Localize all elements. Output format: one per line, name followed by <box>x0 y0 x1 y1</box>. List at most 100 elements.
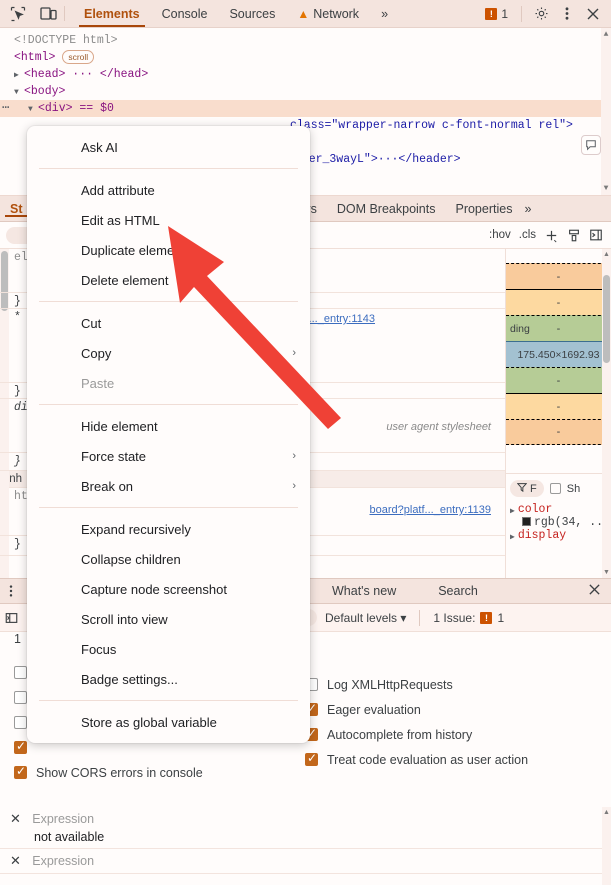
node-menu-icon[interactable]: ⋯ <box>2 100 10 117</box>
color-swatch[interactable] <box>522 517 531 526</box>
clear-console-icon[interactable] <box>0 611 22 625</box>
expressions-scrollbar[interactable]: ▲ <box>602 807 611 885</box>
checkbox-treat-code-as-user-action[interactable] <box>305 751 318 766</box>
ask-ai-icon[interactable] <box>581 135 601 155</box>
tab-console[interactable]: Console <box>151 0 219 27</box>
live-expression-row-2[interactable]: ✕ Expression <box>0 849 611 874</box>
inspect-element-icon[interactable] <box>8 4 28 24</box>
console-issues-button[interactable]: 1 Issue: ! 1 <box>433 611 504 625</box>
context-menu-item-break-on[interactable]: Break on › <box>27 471 310 501</box>
collapse-triangle-icon-2[interactable]: ▼ <box>28 101 38 118</box>
drawer-tab-whats-new[interactable]: What's new <box>322 584 406 598</box>
issues-counter[interactable]: ! 1 <box>479 7 514 21</box>
drawer-more-icon[interactable] <box>0 584 22 598</box>
context-menu-item-edit-as-html[interactable]: Edit as HTML <box>27 205 310 235</box>
sidebar-tab-dom-breakpoints[interactable]: DOM Breakpoints <box>327 202 446 216</box>
context-menu-item-force-state[interactable]: Force state › <box>27 441 310 471</box>
box-model-margin-top[interactable]: - <box>506 263 611 289</box>
context-menu-item-duplicate-element[interactable]: Duplicate element <box>27 235 310 265</box>
expand-triangle-icon-display[interactable]: ▶ <box>510 532 515 542</box>
add-style-rule-icon[interactable] <box>544 228 559 243</box>
expand-triangle-icon-color[interactable]: ▶ <box>510 506 515 516</box>
tab-console-label: Console <box>161 6 208 21</box>
dom-line-doctype[interactable]: <!DOCTYPE html> <box>0 32 611 49</box>
computed-property-color[interactable]: ▶ color <box>510 503 611 516</box>
checkbox-preserve-log[interactable] <box>14 691 27 704</box>
print-styles-icon[interactable] <box>567 228 581 243</box>
box-model-content[interactable]: 175.450×1692.93 <box>506 341 611 367</box>
computed-filter-toolbar: F Sh <box>506 473 611 503</box>
context-menu-item-badge-settings[interactable]: Badge settings... <box>27 664 310 694</box>
hov-toggle[interactable]: :hov <box>489 229 511 241</box>
context-menu-item-hide-element[interactable]: Hide element <box>27 411 310 441</box>
context-menu-item-add-attribute[interactable]: Add attribute <box>27 175 310 205</box>
scroll-up-icon[interactable]: ▲ <box>601 30 611 39</box>
context-menu-item-ask-ai[interactable]: Ask AI <box>27 132 310 162</box>
box-model-padding-bottom[interactable]: - <box>506 367 611 393</box>
more-tabs-button[interactable]: » <box>370 0 399 27</box>
context-menu-item-expand-recursively[interactable]: Expand recursively <box>27 514 310 544</box>
computed-properties-list[interactable]: ▶ color rgb(34, ... ▶ display <box>506 503 611 542</box>
remove-expression-icon[interactable]: ✕ <box>10 811 21 826</box>
expand-triangle-icon[interactable]: ▶ <box>14 67 24 84</box>
box-model-padding-top[interactable]: ding - <box>506 315 611 341</box>
computed-styles-pane[interactable]: - - ding - 175.450×1692.93 - - - F Sh ▶ … <box>505 249 611 578</box>
dom-line-html[interactable]: <html> scroll <box>0 49 611 66</box>
computed-scroll-up-icon[interactable]: ▲ <box>602 251 611 258</box>
dom-node-context-menu[interactable]: Ask AI Add attribute Edit as HTML Duplic… <box>27 126 310 743</box>
close-icon[interactable] <box>581 2 605 26</box>
tab-network[interactable]: ▲ Network <box>286 0 370 27</box>
collapse-triangle-icon[interactable]: ▼ <box>14 84 24 101</box>
context-menu-item-store-as-global-variable[interactable]: Store as global variable <box>27 707 310 737</box>
sidebar-tab-properties[interactable]: Properties <box>445 202 522 216</box>
console-setting-eager-eval[interactable]: Eager evaluation <box>305 697 528 722</box>
scroll-badge[interactable]: scroll <box>62 49 95 64</box>
context-menu-item-focus[interactable]: Focus <box>27 634 310 664</box>
close-drawer-icon[interactable] <box>588 583 611 599</box>
context-menu-item-collapse-children[interactable]: Collapse children <box>27 544 310 574</box>
console-setting-row-5[interactable]: Show CORS errors in console <box>0 760 300 785</box>
box-model-margin-bottom[interactable]: - <box>506 419 611 445</box>
live-expressions-pane[interactable]: ✕ Expression not available ✕ Expression … <box>0 807 611 885</box>
remove-expression-icon-2[interactable]: ✕ <box>10 853 21 868</box>
box-model-border-bottom[interactable]: - <box>506 393 611 419</box>
more-options-icon[interactable] <box>555 2 579 26</box>
cls-toggle[interactable]: .cls <box>519 229 536 241</box>
checkbox-show-cors-errors[interactable] <box>14 764 27 779</box>
dom-line-head[interactable]: ▶ <head> ··· </head> <box>0 66 611 83</box>
drawer-tab-search[interactable]: Search <box>428 584 488 598</box>
computed-scroll-down-icon[interactable]: ▼ <box>602 569 611 576</box>
style-source-link-2[interactable]: board?platf..._entry:1139 <box>370 504 492 516</box>
context-menu-item-cut[interactable]: Cut <box>27 308 310 338</box>
box-model-border-top[interactable]: - <box>506 289 611 315</box>
context-menu-item-scroll-into-view[interactable]: Scroll into view <box>27 604 310 634</box>
live-expression-row-1[interactable]: ✕ Expression not available <box>0 807 611 849</box>
tab-sources[interactable]: Sources <box>218 0 286 27</box>
tab-elements[interactable]: Elements <box>73 0 151 27</box>
computed-filter-input[interactable]: F <box>510 480 544 497</box>
box-model-diagram[interactable]: - - ding - 175.450×1692.93 - - - <box>506 263 611 445</box>
show-all-checkbox[interactable] <box>549 483 561 494</box>
expr-scroll-up-icon[interactable]: ▲ <box>602 809 611 816</box>
dom-line-body[interactable]: ▼ <body> <box>0 83 611 100</box>
computed-scrollbar[interactable]: ▲ ▼ <box>602 249 611 578</box>
context-menu-item-capture-node-screenshot[interactable]: Capture node screenshot <box>27 574 310 604</box>
checkbox-selected-context[interactable] <box>14 716 27 729</box>
context-menu-item-delete-element[interactable]: Delete element <box>27 265 310 295</box>
console-levels-dropdown[interactable]: Default levels ▾ <box>325 611 406 625</box>
toggle-sidebar-icon[interactable] <box>589 228 603 242</box>
dom-line-div-selected[interactable]: ⋯ ▼ <div> == $0 <box>0 100 611 117</box>
console-setting-log-xhr[interactable]: Log XMLHttpRequests <box>305 672 528 697</box>
computed-scroll-thumb[interactable] <box>603 275 610 363</box>
console-setting-user-action[interactable]: Treat code evaluation as user action <box>305 747 528 772</box>
sidebar-tabs-more[interactable]: » <box>522 202 541 216</box>
device-toolbar-icon[interactable] <box>38 4 58 24</box>
checkbox-group-similar[interactable] <box>14 739 27 754</box>
context-menu-item-copy[interactable]: Copy › <box>27 338 310 368</box>
scroll-down-icon[interactable]: ▼ <box>601 184 611 193</box>
gear-icon[interactable] <box>529 2 553 26</box>
dom-tree-scrollbar[interactable]: ▲ ▼ <box>601 28 611 195</box>
checkbox-hidden-network[interactable] <box>14 666 27 679</box>
computed-property-display[interactable]: ▶ display <box>510 529 611 542</box>
console-setting-autocomplete[interactable]: Autocomplete from history <box>305 722 528 747</box>
